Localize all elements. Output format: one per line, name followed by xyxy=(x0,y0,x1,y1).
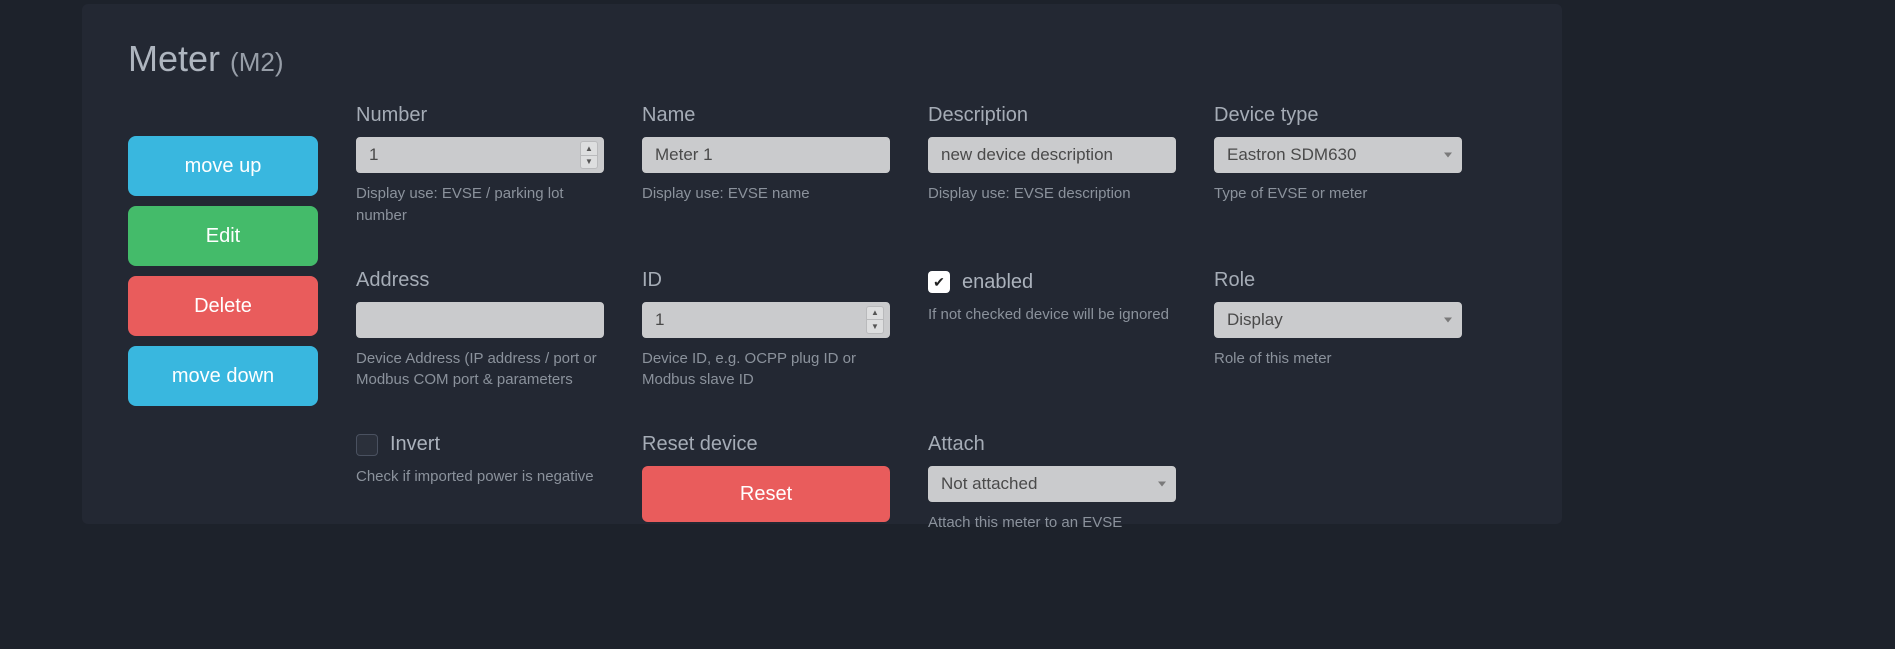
field-invert: Invert Check if imported power is negati… xyxy=(356,433,604,534)
side-button-column: move up Edit Delete move down xyxy=(128,104,318,534)
address-input[interactable] xyxy=(356,302,604,338)
field-id: ID ▲ ▼ Device ID, e.g. OCPP plug ID or M… xyxy=(642,269,890,392)
enabled-hint: If not checked device will be ignored xyxy=(928,304,1176,326)
device-type-label: Device type xyxy=(1214,104,1462,127)
invert-hint: Check if imported power is negative xyxy=(356,466,604,488)
field-attach: Attach Attach this meter to an EVSE xyxy=(928,433,1176,534)
empty-cell xyxy=(1214,433,1462,534)
invert-row: Invert xyxy=(356,433,604,456)
check-icon: ✔ xyxy=(933,274,945,291)
attach-select-wrap[interactable] xyxy=(928,466,1176,502)
invert-checkbox[interactable] xyxy=(356,434,378,456)
page-title: Meter (M2) xyxy=(128,38,1516,80)
number-label: Number xyxy=(356,104,604,127)
number-input-wrap: ▲ ▼ xyxy=(356,137,604,173)
name-input[interactable] xyxy=(642,137,890,173)
field-address: Address Device Address (IP address / por… xyxy=(356,269,604,392)
device-type-select-wrap[interactable] xyxy=(1214,137,1462,173)
chevron-up-icon[interactable]: ▲ xyxy=(867,307,883,321)
number-stepper[interactable]: ▲ ▼ xyxy=(580,141,598,169)
enabled-label: enabled xyxy=(962,271,1033,294)
id-hint: Device ID, e.g. OCPP plug ID or Modbus s… xyxy=(642,348,890,392)
id-input-wrap: ▲ ▼ xyxy=(642,302,890,338)
device-type-hint: Type of EVSE or meter xyxy=(1214,183,1462,205)
device-type-select[interactable] xyxy=(1214,137,1462,173)
address-label: Address xyxy=(356,269,604,292)
id-stepper[interactable]: ▲ ▼ xyxy=(866,306,884,334)
attach-hint: Attach this meter to an EVSE xyxy=(928,512,1176,534)
reset-button[interactable]: Reset xyxy=(642,466,890,522)
number-hint: Display use: EVSE / parking lot number xyxy=(356,183,604,227)
field-role: Role Role of this meter xyxy=(1214,269,1462,392)
field-description: Description Display use: EVSE descriptio… xyxy=(928,104,1176,227)
title-main: Meter xyxy=(128,38,220,79)
id-input[interactable] xyxy=(642,302,890,338)
attach-select[interactable] xyxy=(928,466,1176,502)
chevron-down-icon[interactable]: ▼ xyxy=(867,320,883,333)
role-label: Role xyxy=(1214,269,1462,292)
enabled-row: ✔ enabled xyxy=(928,271,1176,294)
move-up-button[interactable]: move up xyxy=(128,136,318,196)
move-down-button[interactable]: move down xyxy=(128,346,318,406)
attach-label: Attach xyxy=(928,433,1176,456)
edit-button[interactable]: Edit xyxy=(128,206,318,266)
role-select[interactable] xyxy=(1214,302,1462,338)
id-label: ID xyxy=(642,269,890,292)
enabled-checkbox[interactable]: ✔ xyxy=(928,271,950,293)
address-hint: Device Address (IP address / port or Mod… xyxy=(356,348,604,392)
reset-label: Reset device xyxy=(642,433,890,456)
field-device-type: Device type Type of EVSE or meter xyxy=(1214,104,1462,227)
form-grid: Number ▲ ▼ Display use: EVSE / parking l… xyxy=(356,104,1516,534)
field-number: Number ▲ ▼ Display use: EVSE / parking l… xyxy=(356,104,604,227)
meter-panel: Meter (M2) move up Edit Delete move down… xyxy=(82,4,1562,524)
number-input[interactable] xyxy=(356,137,604,173)
invert-label: Invert xyxy=(390,433,440,456)
panel-body: move up Edit Delete move down Number ▲ ▼… xyxy=(128,104,1516,534)
field-reset: Reset device Reset xyxy=(642,433,890,534)
role-select-wrap[interactable] xyxy=(1214,302,1462,338)
field-enabled: ✔ enabled If not checked device will be … xyxy=(928,269,1176,392)
description-label: Description xyxy=(928,104,1176,127)
name-label: Name xyxy=(642,104,890,127)
name-hint: Display use: EVSE name xyxy=(642,183,890,205)
field-name: Name Display use: EVSE name xyxy=(642,104,890,227)
description-hint: Display use: EVSE description xyxy=(928,183,1176,205)
chevron-up-icon[interactable]: ▲ xyxy=(581,142,597,156)
title-sub: (M2) xyxy=(230,47,283,77)
chevron-down-icon[interactable]: ▼ xyxy=(581,156,597,169)
delete-button[interactable]: Delete xyxy=(128,276,318,336)
description-input[interactable] xyxy=(928,137,1176,173)
role-hint: Role of this meter xyxy=(1214,348,1462,370)
